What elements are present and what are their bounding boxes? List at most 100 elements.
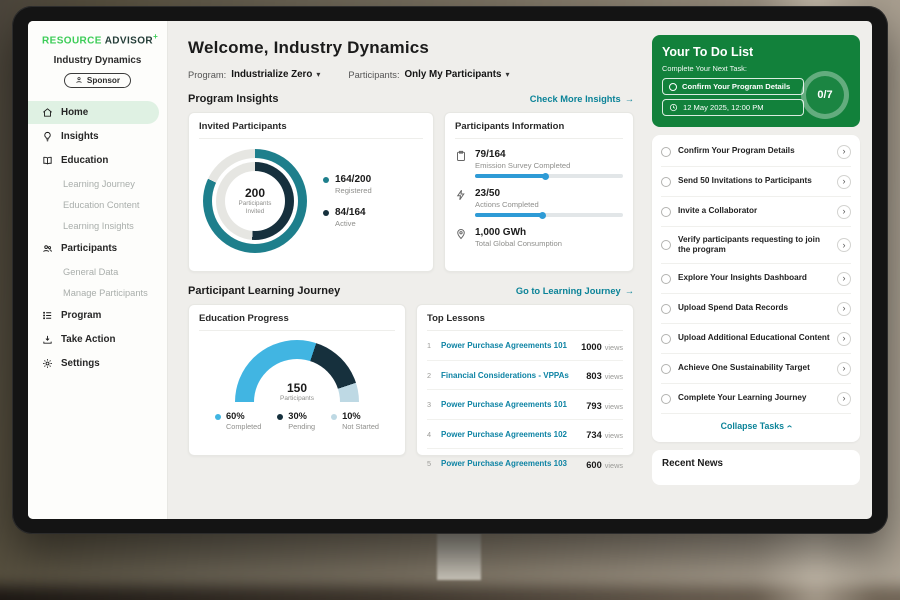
stat-actions-completed: 23/50 Actions Completed: [455, 188, 623, 217]
task-checkbox[interactable]: [661, 274, 671, 284]
todo-next-due: 12 May 2025, 12:00 PM: [662, 99, 804, 116]
sponsor-badge: Sponsor: [64, 73, 131, 88]
book-icon: [42, 155, 53, 166]
task-checkbox[interactable]: [661, 334, 671, 344]
task-row[interactable]: Achieve One Sustainability Target ›: [661, 354, 851, 384]
lesson-row[interactable]: 4 Power Purchase Agreements 102 734views: [427, 420, 623, 450]
go-to-learning-journey-link[interactable]: Go to Learning Journey →: [516, 286, 634, 296]
chevron-down-icon[interactable]: ▾: [316, 70, 320, 79]
chevron-right-icon[interactable]: ›: [837, 145, 851, 159]
bulb-icon: [42, 131, 53, 142]
chevron-right-icon[interactable]: ›: [837, 332, 851, 346]
sidebar-item-education-content[interactable]: Education Content: [28, 194, 167, 215]
legend-dot: [323, 177, 329, 183]
lesson-row[interactable]: 2 Financial Considerations - VPPAs 803vi…: [427, 361, 623, 391]
chevron-down-icon[interactable]: ▾: [505, 70, 509, 79]
legend-dot: [323, 210, 329, 216]
legend-registered: 164/200 Registered: [323, 174, 372, 195]
chevron-right-icon[interactable]: ›: [837, 238, 851, 252]
task-checkbox[interactable]: [661, 394, 671, 404]
lesson-row[interactable]: 3 Power Purchase Agreements 101 793views: [427, 390, 623, 420]
invited-center-value: 200: [245, 186, 265, 200]
sidebar-item-general-data[interactable]: General Data: [28, 261, 167, 282]
list-icon: [42, 310, 53, 321]
actions-progress-bar: [475, 213, 623, 217]
filter-bar: Program: Industrialize Zero ▾ Participan…: [188, 69, 634, 80]
task-row[interactable]: Upload Additional Educational Content ›: [661, 324, 851, 354]
monitor-bezel: RESOURCE ADVISOR+ Industry Dynamics Spon…: [12, 6, 888, 534]
sidebar-item-home[interactable]: Home: [28, 101, 159, 124]
chevron-right-icon[interactable]: ›: [837, 205, 851, 219]
logo-advisor: ADVISOR: [105, 35, 153, 46]
lesson-link[interactable]: Power Purchase Agreements 103: [441, 459, 579, 468]
lesson-link[interactable]: Power Purchase Agreements 101: [441, 341, 574, 350]
task-checkbox[interactable]: [661, 304, 671, 314]
sidebar-item-manage-participants[interactable]: Manage Participants: [28, 282, 167, 303]
todo-header-card: Your To Do List Complete Your Next Task:…: [652, 35, 860, 127]
sidebar-item-learning-journey[interactable]: Learning Journey: [28, 173, 167, 194]
participants-filter-label: Participants:: [348, 70, 399, 80]
invited-legend: 164/200 Registered 84/164 Active: [323, 174, 372, 228]
todo-panel: Your To Do List Complete Your Next Task:…: [648, 21, 872, 519]
sidebar: RESOURCE ADVISOR+ Industry Dynamics Spon…: [28, 21, 168, 519]
clipboard-icon: [455, 150, 467, 162]
desk: [0, 586, 900, 600]
stat-global-consumption: 1,000 GWh Total Global Consumption: [455, 227, 623, 252]
sidebar-item-participants[interactable]: Participants: [28, 237, 159, 260]
program-select[interactable]: Industrialize Zero: [231, 69, 312, 80]
top-lessons-card: Top Lessons 1 Power Purchase Agreements …: [416, 304, 634, 456]
task-checkbox[interactable]: [661, 207, 671, 217]
gauge-center-label: Participants: [235, 395, 359, 402]
main-content: Welcome, Industry Dynamics Program: Indu…: [168, 21, 648, 519]
task-row[interactable]: Send 50 Invitations to Participants ›: [661, 167, 851, 197]
lesson-link[interactable]: Financial Considerations - VPPAs: [441, 371, 579, 380]
task-checkbox[interactable]: [661, 177, 671, 187]
learning-journey-title: Participant Learning Journey: [188, 285, 340, 297]
collapse-tasks-button[interactable]: Collapse Tasks›: [661, 414, 851, 440]
legend-pending: 30% Pending: [277, 411, 315, 431]
lesson-row[interactable]: 5 Power Purchase Agreements 103 600views: [427, 449, 623, 478]
stat-bar-fill-1: [475, 213, 543, 217]
invited-center-label: Participants Invited: [233, 200, 277, 216]
lesson-row[interactable]: 1 Power Purchase Agreements 101 1000view…: [427, 331, 623, 361]
sidebar-item-take-action[interactable]: Take Action: [28, 328, 159, 351]
task-row[interactable]: Invite a Collaborator ›: [661, 197, 851, 227]
checkbox-circle[interactable]: [669, 83, 677, 91]
chevron-right-icon[interactable]: ›: [837, 175, 851, 189]
participants-select[interactable]: Only My Participants: [405, 69, 502, 80]
chevron-right-icon[interactable]: ›: [837, 302, 851, 316]
chevron-right-icon[interactable]: ›: [837, 272, 851, 286]
legend-dot: [331, 414, 337, 420]
org-name: Industry Dynamics: [28, 55, 167, 66]
lesson-link[interactable]: Power Purchase Agreements 102: [441, 430, 579, 439]
todo-next-task[interactable]: Confirm Your Program Details: [662, 78, 804, 95]
task-row[interactable]: Upload Spend Data Records ›: [661, 294, 851, 324]
invited-participants-card: Invited Participants 200 Participants In…: [188, 112, 434, 272]
sidebar-item-education[interactable]: Education: [28, 149, 159, 172]
task-row[interactable]: Explore Your Insights Dashboard ›: [661, 264, 851, 294]
invited-participants-donut: 200 Participants Invited: [203, 149, 307, 253]
todo-progress-ring: 0/7: [801, 71, 849, 119]
task-checkbox[interactable]: [661, 240, 671, 250]
chevron-right-icon[interactable]: ›: [837, 392, 851, 406]
sidebar-item-program[interactable]: Program: [28, 304, 159, 327]
dashboard-screen: RESOURCE ADVISOR+ Industry Dynamics Spon…: [28, 21, 872, 519]
task-checkbox[interactable]: [661, 364, 671, 374]
sidebar-item-settings[interactable]: Settings: [28, 352, 159, 375]
task-row[interactable]: Complete Your Learning Journey ›: [661, 384, 851, 414]
chevron-right-icon[interactable]: ›: [837, 362, 851, 376]
lessons-card-title: Top Lessons: [427, 313, 623, 331]
sidebar-item-insights[interactable]: Insights: [28, 125, 159, 148]
gear-icon: [42, 358, 53, 369]
logo-plus: +: [153, 32, 158, 41]
sidebar-nav: Home Insights Education Learning Journey…: [28, 101, 167, 375]
sidebar-item-learning-insights[interactable]: Learning Insights: [28, 215, 167, 236]
participants-filter: Participants: Only My Participants ▾: [348, 69, 509, 80]
check-more-insights-link[interactable]: Check More Insights →: [530, 94, 634, 104]
task-row[interactable]: Confirm Your Program Details ›: [661, 137, 851, 167]
lesson-link[interactable]: Power Purchase Agreements 101: [441, 400, 579, 409]
legend-active: 84/164 Active: [323, 207, 372, 228]
emission-progress-bar: [475, 174, 623, 178]
task-checkbox[interactable]: [661, 147, 671, 157]
task-row[interactable]: Verify participants requesting to join t…: [661, 227, 851, 264]
